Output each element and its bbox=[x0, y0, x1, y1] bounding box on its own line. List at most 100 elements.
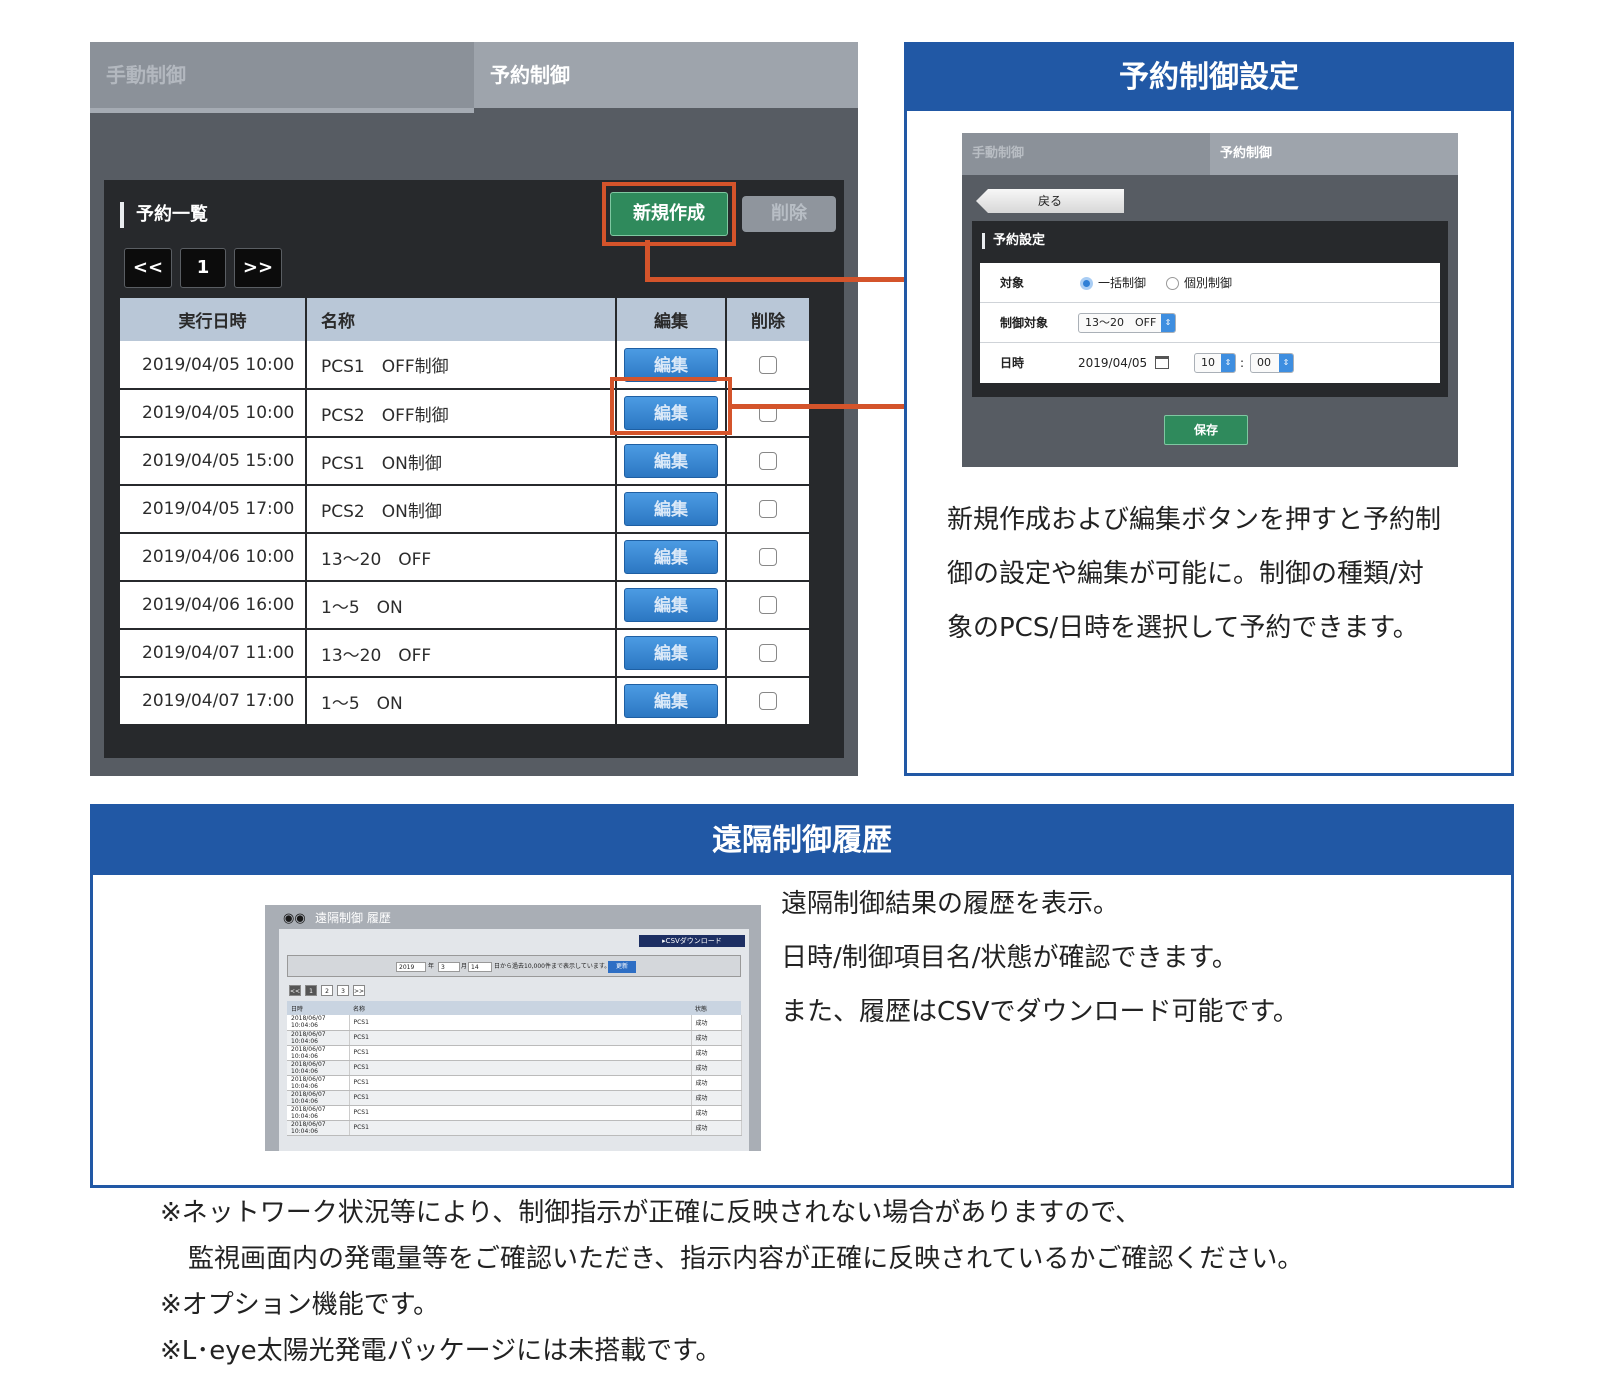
pagination-page-1[interactable]: 1 bbox=[180, 248, 226, 288]
cell-datetime: 2019/04/05 15:00 bbox=[120, 437, 307, 486]
minute-value: 00 bbox=[1257, 356, 1271, 369]
remote-control-history-panel: 遠隔制御履歴 ◉◉ 遠隔制御 履歴 ▸CSVダウンロード 2019 年 3 月 … bbox=[90, 804, 1514, 1188]
table-row: 2018/06/07 10:04:06 PCS1 成功 bbox=[287, 1075, 742, 1091]
history-screenshot: ◉◉ 遠隔制御 履歴 ▸CSVダウンロード 2019 年 3 月 14 日から過… bbox=[265, 905, 761, 1151]
tab-reservation-control[interactable]: 予約制御 bbox=[1210, 133, 1458, 175]
cell-datetime: 2018/06/07 10:04:06 bbox=[287, 1060, 350, 1076]
new-reservation-button[interactable]: 新規作成 bbox=[610, 192, 728, 236]
delete-checkbox[interactable] bbox=[759, 692, 777, 710]
edit-button[interactable]: 編集 bbox=[624, 492, 718, 526]
tab-divider bbox=[90, 108, 474, 113]
reservation-control-screen: 手動制御 予約制御 予約一覧 新規作成 削除 << 1 >> 実行日時 名称 編… bbox=[90, 42, 858, 776]
column-header-edit: 編集 bbox=[616, 298, 727, 341]
cell-status: 成功 bbox=[691, 1045, 742, 1061]
date-filter-bar: 2019 年 3 月 14 日から過去10,000件まで表示しています。 更新 bbox=[287, 955, 741, 977]
edit-button[interactable]: 編集 bbox=[624, 588, 718, 622]
column-header-delete: 削除 bbox=[726, 298, 811, 341]
table-header-row: 日時 名称 状態 bbox=[287, 1001, 741, 1015]
cell-name: 13〜20 OFF bbox=[306, 629, 617, 678]
tab-manual-control[interactable]: 手動制御 bbox=[90, 42, 474, 108]
connector-line bbox=[732, 404, 907, 409]
table-row: 2019/04/06 10:00 13〜20 OFF 編集 bbox=[120, 533, 811, 582]
select-arrow-icon: ⇕ bbox=[1279, 354, 1293, 372]
edit-button[interactable]: 編集 bbox=[624, 540, 718, 574]
reservation-description: 新規作成および編集ボタンを押すと予約制 御の設定や編集が可能に。制御の種類/対 … bbox=[947, 493, 1477, 655]
delete-checkbox[interactable] bbox=[759, 355, 777, 374]
refresh-button[interactable]: 更新 bbox=[608, 961, 636, 973]
cell-name: PCS2 OFF制御 bbox=[306, 389, 617, 438]
footnotes: ※ネットワーク状況等により、制御指示が正確に反映されない場合がありますので、 監… bbox=[160, 1190, 1303, 1374]
time-separator: : bbox=[1240, 356, 1245, 370]
cell-delete bbox=[726, 485, 811, 534]
minute-select[interactable]: 00 ⇕ bbox=[1250, 353, 1294, 373]
pagination-prev-button[interactable]: << bbox=[124, 248, 172, 288]
csv-download-button[interactable]: ▸CSVダウンロード bbox=[639, 935, 745, 947]
date-value[interactable]: 2019/04/05 bbox=[1078, 343, 1147, 383]
back-button[interactable]: 戻る bbox=[976, 189, 1124, 213]
pagination-prev-button[interactable]: << bbox=[289, 985, 301, 996]
description-line: 日時/制御項目名/状態が確認できます。 bbox=[781, 943, 1238, 973]
radio-individual-control[interactable] bbox=[1166, 277, 1179, 290]
cell-edit: 編集 bbox=[616, 677, 727, 726]
footnote: ※L･eye太陽光発電パッケージには未搭載です。 bbox=[160, 1336, 722, 1366]
save-button[interactable]: 保存 bbox=[1164, 415, 1248, 445]
tab-reservation-control[interactable]: 予約制御 bbox=[474, 42, 858, 108]
edit-button[interactable]: 編集 bbox=[624, 636, 718, 670]
tab-manual-control[interactable]: 手動制御 bbox=[962, 133, 1210, 175]
description-line: 御の設定や編集が可能に。制御の種類/対 bbox=[947, 559, 1424, 589]
history-description: 遠隔制御結果の履歴を表示。 日時/制御項目名/状態が確認できます。 また、履歴は… bbox=[781, 877, 1299, 1039]
calendar-icon[interactable] bbox=[1155, 356, 1169, 369]
delete-checkbox[interactable] bbox=[759, 500, 777, 518]
connector-line bbox=[645, 240, 650, 282]
target-label: 対象 bbox=[1000, 276, 1025, 290]
cell-name: 1〜5 ON bbox=[306, 677, 617, 726]
cell-status: 成功 bbox=[691, 1015, 742, 1031]
pagination-next-button[interactable]: >> bbox=[234, 248, 282, 288]
year-select[interactable]: 2019 bbox=[396, 962, 426, 972]
cell-datetime: 2019/04/05 10:00 bbox=[120, 341, 307, 390]
cell-datetime: 2019/04/06 10:00 bbox=[120, 533, 307, 582]
radio-bulk-control[interactable] bbox=[1080, 277, 1093, 290]
delete-checkbox[interactable] bbox=[759, 596, 777, 614]
control-target-select[interactable]: 13〜20 OFF ⇕ bbox=[1078, 313, 1176, 333]
cell-status: 成功 bbox=[691, 1120, 742, 1136]
reservation-table: 実行日時 名称 編集 削除 2019/04/05 10:00 PCS1 OFF制御… bbox=[120, 298, 811, 726]
cell-name: PCS1 bbox=[349, 1030, 692, 1046]
tab-bar: 手動制御 予約制御 bbox=[962, 133, 1458, 175]
pagination-page-2[interactable]: 2 bbox=[321, 985, 333, 996]
history-title: 遠隔制御 履歴 bbox=[315, 911, 391, 925]
cell-name: PCS1 OFF制御 bbox=[306, 341, 617, 390]
column-header-datetime: 実行日時 bbox=[120, 298, 307, 341]
settings-form: 対象 一括制御 個別制御 制御対象 13〜20 OFF ⇕ 日時 2019/04/… bbox=[980, 263, 1440, 383]
cell-name: PCS2 ON制御 bbox=[306, 485, 617, 534]
cell-name: PCS1 bbox=[349, 1015, 692, 1031]
day-select[interactable]: 14 bbox=[468, 962, 492, 972]
cell-datetime: 2019/04/05 10:00 bbox=[120, 389, 307, 438]
control-target-row: 制御対象 13〜20 OFF ⇕ bbox=[980, 303, 1440, 343]
delete-checkbox[interactable] bbox=[759, 644, 777, 662]
delete-checkbox[interactable] bbox=[759, 548, 777, 566]
footnote: 監視画面内の発電量等をご確認いただき、指示内容が正確に反映されているかご確認くだ… bbox=[188, 1244, 1304, 1274]
edit-button[interactable]: 編集 bbox=[624, 684, 718, 718]
pagination-page-3[interactable]: 3 bbox=[337, 985, 349, 996]
delete-checkbox[interactable] bbox=[759, 452, 777, 470]
description-line: 象のPCS/日時を選択して予約できます。 bbox=[947, 613, 1419, 643]
radio-label-bulk: 一括制御 bbox=[1098, 276, 1147, 290]
delete-selected-button[interactable]: 削除 bbox=[742, 196, 836, 232]
cell-datetime: 2019/04/07 17:00 bbox=[120, 677, 307, 726]
cell-delete bbox=[726, 341, 811, 390]
cell-edit: 編集 bbox=[616, 629, 727, 678]
pagination-next-button[interactable]: >> bbox=[353, 985, 365, 996]
edit-button[interactable]: 編集 bbox=[624, 444, 718, 478]
panel-header: 遠隔制御履歴 bbox=[93, 807, 1511, 875]
control-target-value: 13〜20 OFF bbox=[1085, 316, 1157, 329]
settings-title: 予約設定 bbox=[982, 233, 1045, 249]
month-select[interactable]: 3 bbox=[438, 962, 460, 972]
pagination-page-1[interactable]: 1 bbox=[305, 985, 317, 996]
cell-datetime: 2018/06/07 10:04:06 bbox=[287, 1120, 350, 1136]
cell-name: 1〜5 ON bbox=[306, 581, 617, 630]
table-row: 2018/06/07 10:04:06 PCS1 成功 bbox=[287, 1045, 742, 1061]
cell-datetime: 2019/04/06 16:00 bbox=[120, 581, 307, 630]
column-header-status: 状態 bbox=[691, 1001, 741, 1015]
hour-select[interactable]: 10 ⇕ bbox=[1194, 353, 1236, 373]
